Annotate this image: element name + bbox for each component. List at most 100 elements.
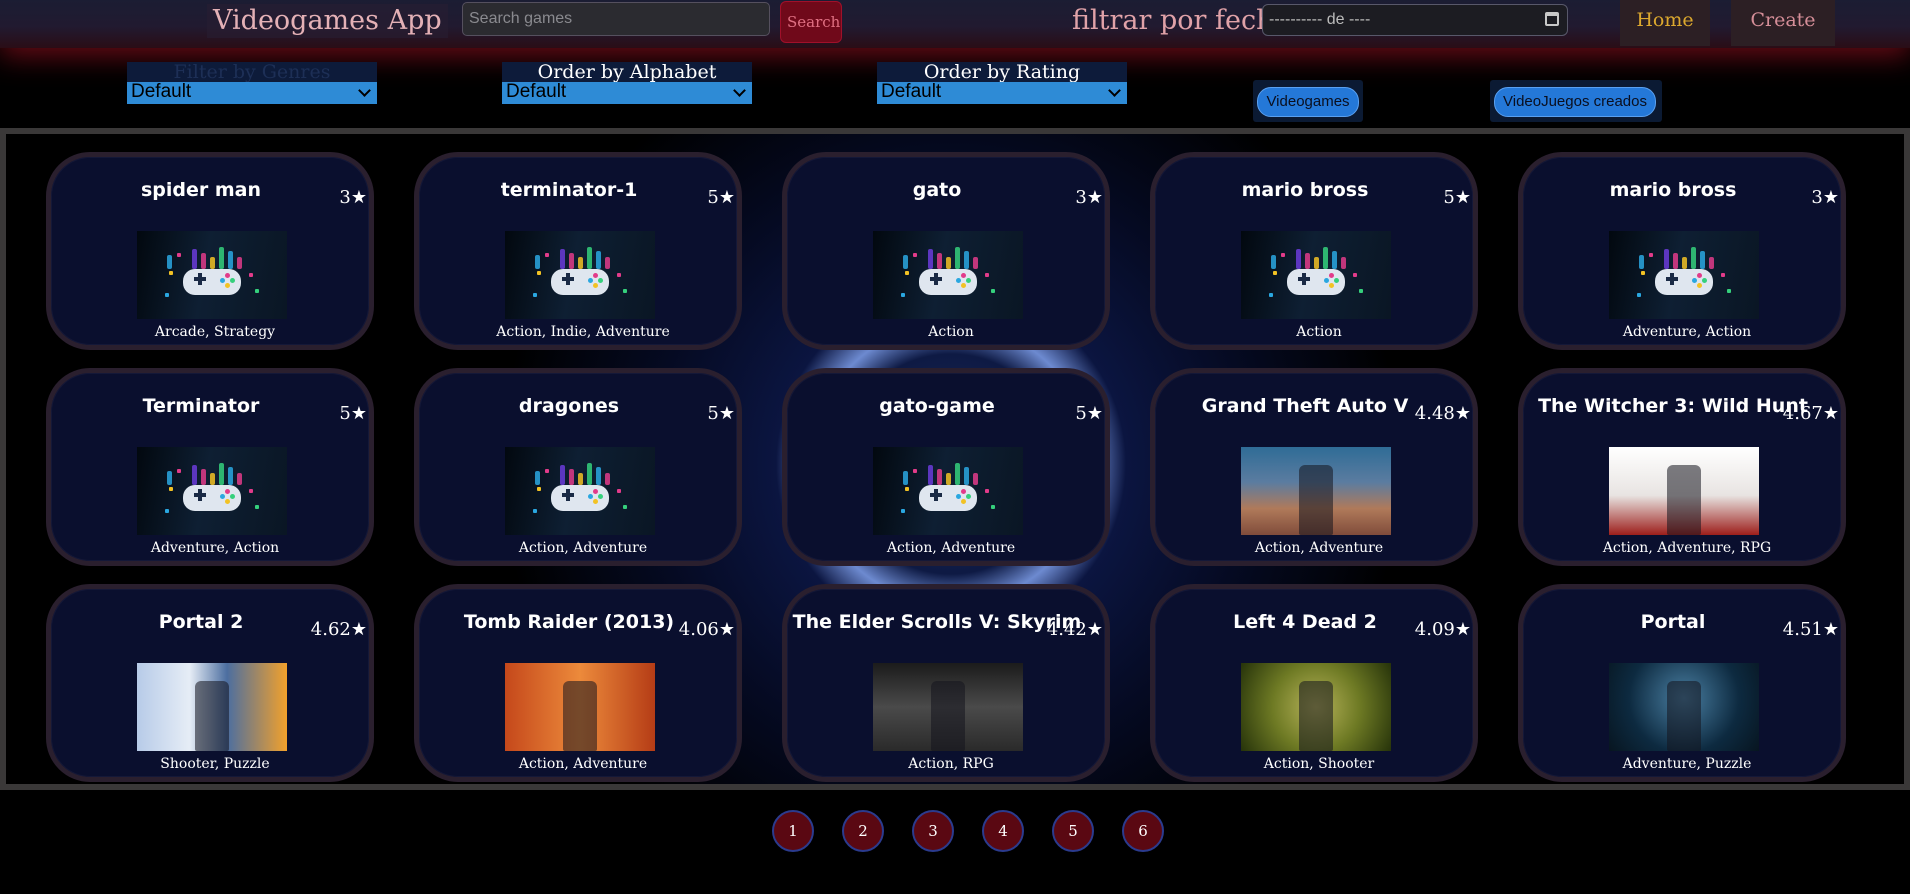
genre-filter: Filter by Genres Default xyxy=(127,62,377,104)
nav-home-link[interactable]: Home xyxy=(1620,0,1710,46)
game-cover-image xyxy=(1609,663,1759,751)
rating-order-select[interactable]: Default xyxy=(877,82,1127,104)
calendar-icon[interactable] xyxy=(1545,12,1559,26)
game-title: Grand Theft Auto V xyxy=(1201,395,1409,417)
page-button[interactable]: 2 xyxy=(842,810,884,852)
created-games-button[interactable]: VideoJuegos creados xyxy=(1494,87,1656,117)
alphabet-order-label: Order by Alphabet xyxy=(502,62,752,82)
game-rating: 4.48★ xyxy=(1414,403,1471,424)
game-genres: Action, Adventure, RPG xyxy=(1602,540,1772,556)
game-controller-image xyxy=(505,447,655,535)
chevron-down-icon xyxy=(733,84,746,97)
chevron-down-icon xyxy=(1108,84,1121,97)
game-rating: 3★ xyxy=(1811,187,1839,208)
game-cover-image xyxy=(1241,663,1391,751)
game-title: mario bross xyxy=(1609,179,1737,201)
game-genres: Adventure, Puzzle xyxy=(1622,756,1752,772)
game-controller-image xyxy=(137,447,287,535)
page-button[interactable]: 4 xyxy=(982,810,1024,852)
game-card[interactable]: The Witcher 3: Wild Hunt 4.67★ Action, Adv… xyxy=(1518,368,1846,566)
game-cover-image xyxy=(873,663,1023,751)
date-filter-value: ---------- de ---- xyxy=(1269,11,1371,28)
game-title: The Witcher 3: Wild Hunt xyxy=(1538,395,1808,417)
game-card[interactable]: dragones 5★ Action, Adventure xyxy=(414,368,742,566)
game-genres: Action, Indie, Adventure xyxy=(496,324,670,340)
genre-filter-value: Default xyxy=(131,81,192,102)
game-card[interactable]: spider man 3★ Arcade, Strategy xyxy=(46,152,374,350)
alphabet-order: Order by Alphabet Default xyxy=(502,62,752,104)
alphabet-order-select[interactable]: Default xyxy=(502,82,752,104)
game-genres: Action, Shooter xyxy=(1263,756,1375,772)
rating-order-value: Default xyxy=(881,81,942,102)
game-cover-image xyxy=(1609,447,1759,535)
date-filter-input[interactable]: ---------- de ---- xyxy=(1262,4,1568,36)
game-rating: 5★ xyxy=(1443,187,1471,208)
game-controller-image xyxy=(873,231,1023,319)
game-title: Terminator xyxy=(142,395,260,417)
game-card[interactable]: mario bross 5★ Action xyxy=(1150,152,1478,350)
game-genres: Adventure, Action xyxy=(150,540,280,556)
game-rating: 5★ xyxy=(707,187,735,208)
game-genres: Action, Adventure xyxy=(518,540,648,556)
games-grid: spider man 3★ Arcade, Strategy terminator-1… xyxy=(0,128,1910,790)
game-genres: Action xyxy=(928,324,974,340)
game-genres: Action, Adventure xyxy=(886,540,1016,556)
game-title: mario bross xyxy=(1241,179,1369,201)
game-title: Left 4 Dead 2 xyxy=(1233,611,1377,633)
game-title: gato xyxy=(912,179,962,201)
game-genres: Action xyxy=(1296,324,1342,340)
page-button[interactable]: 6 xyxy=(1122,810,1164,852)
game-controller-image xyxy=(1241,231,1391,319)
pagination: 123456 xyxy=(0,808,1910,856)
game-card[interactable]: Portal 4.51★ Adventure, Puzzle xyxy=(1518,584,1846,782)
game-card[interactable]: Terminator 5★ Adventure, Action xyxy=(46,368,374,566)
game-cover-image xyxy=(1241,447,1391,535)
videogames-button[interactable]: Videogames xyxy=(1257,87,1359,117)
search-button[interactable]: Search xyxy=(780,1,842,43)
game-title: spider man xyxy=(140,179,262,201)
date-filter-label: filtrar por fecha xyxy=(1072,5,1290,36)
game-cover-image xyxy=(505,663,655,751)
game-title: Tomb Raider (2013) xyxy=(463,611,675,633)
game-card[interactable]: Grand Theft Auto V 4.48★ Action, Adventure xyxy=(1150,368,1478,566)
game-rating: 4.42★ xyxy=(1046,619,1103,640)
game-title: Portal xyxy=(1640,611,1706,633)
game-card[interactable]: gato-game 5★ Action, Adventure xyxy=(782,368,1110,566)
page-button[interactable]: 3 xyxy=(912,810,954,852)
game-rating: 4.51★ xyxy=(1782,619,1839,640)
game-title: gato-game xyxy=(879,395,995,417)
nav-create-link[interactable]: Create xyxy=(1731,0,1835,46)
game-controller-image xyxy=(505,231,655,319)
page-button[interactable]: 1 xyxy=(772,810,814,852)
page-button[interactable]: 5 xyxy=(1052,810,1094,852)
game-genres: Shooter, Puzzle xyxy=(160,756,270,772)
game-genres: Action, Adventure xyxy=(518,756,648,772)
game-rating: 4.67★ xyxy=(1782,403,1839,424)
game-card[interactable]: The Elder Scrolls V: Skyrim 4.42★ Action, … xyxy=(782,584,1110,782)
game-card[interactable]: terminator-1 5★ Action, Indie, Adventure xyxy=(414,152,742,350)
game-rating: 3★ xyxy=(339,187,367,208)
game-genres: Adventure, Action xyxy=(1622,324,1752,340)
game-controller-image xyxy=(873,447,1023,535)
game-rating: 5★ xyxy=(339,403,367,424)
game-cover-image xyxy=(137,663,287,751)
game-genres: Action, RPG xyxy=(908,756,994,772)
game-card[interactable]: gato 3★ Action xyxy=(782,152,1110,350)
top-nav-bar: Videogames App Search filtrar por fecha … xyxy=(0,0,1910,48)
videogames-button-wrap: Videogames xyxy=(1253,80,1363,122)
game-card[interactable]: Tomb Raider (2013) 4.06★ Action, Adventure xyxy=(414,584,742,782)
game-rating: 4.62★ xyxy=(310,619,367,640)
game-rating: 3★ xyxy=(1075,187,1103,208)
game-card[interactable]: Left 4 Dead 2 4.09★ Action, Shooter xyxy=(1150,584,1478,782)
genre-filter-select[interactable]: Default xyxy=(127,82,377,104)
game-controller-image xyxy=(137,231,287,319)
search-input[interactable] xyxy=(462,2,770,36)
game-card[interactable]: Portal 2 4.62★ Shooter, Puzzle xyxy=(46,584,374,782)
game-rating: 5★ xyxy=(707,403,735,424)
game-title: terminator-1 xyxy=(500,179,638,201)
game-card[interactable]: mario bross 3★ Adventure, Action xyxy=(1518,152,1846,350)
genre-filter-label: Filter by Genres xyxy=(127,62,377,82)
game-rating: 4.09★ xyxy=(1414,619,1471,640)
game-title: Portal 2 xyxy=(158,611,244,633)
game-title: The Elder Scrolls V: Skyrim xyxy=(792,611,1082,633)
